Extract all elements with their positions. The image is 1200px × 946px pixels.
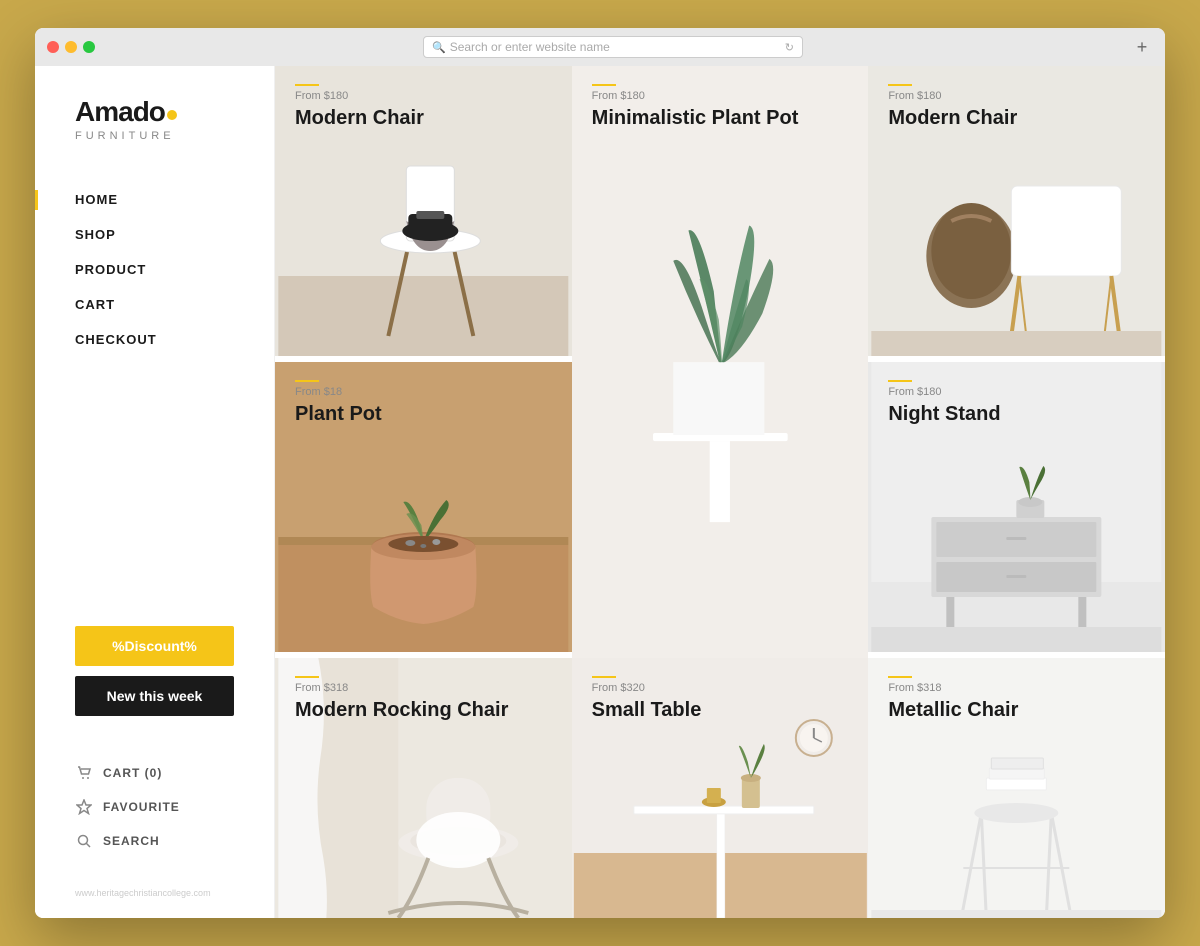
product-info-small-table: From $320 Small Table [572, 658, 722, 740]
product-card-small-table[interactable]: From $320 Small Table [572, 658, 869, 918]
price-bar [888, 676, 912, 678]
product-info-plant-pot: From $180 Minimalistic Plant Pot [572, 66, 819, 148]
watermark: www.heritagechristiancollege.com [35, 878, 274, 898]
price-bar [592, 676, 616, 678]
product-from: From $180 [888, 90, 1017, 102]
product-name: Modern Chair [888, 106, 1017, 130]
nav-item-product[interactable]: PRODUCT [75, 252, 234, 287]
browser-window: 🔍 Search or enter website name ↻ + Amado… [35, 28, 1165, 918]
nav-item-checkout[interactable]: CHECKOUT [75, 322, 234, 357]
product-info-night-stand: From $180 Night Stand [868, 362, 1020, 444]
traffic-lights [47, 41, 95, 53]
product-from: From $180 [888, 386, 1000, 398]
cart-label: CART (0) [103, 766, 162, 780]
cart-icon [75, 764, 93, 782]
product-grid: From $180 Modern Chair [275, 66, 1165, 918]
product-card-plant-pot[interactable]: From $18 Plant Pot [275, 362, 572, 652]
product-card-minimalistic-plant-pot[interactable]: From $180 Minimalistic Plant Pot [572, 66, 869, 658]
product-from: From $318 [888, 682, 1018, 694]
product-card-modern-rocking-chair[interactable]: From $318 Modern Rocking Chair [275, 658, 572, 918]
product-name: Metallic Chair [888, 698, 1018, 722]
product-info-modern-rocking-chair: From $318 Modern Rocking Chair [275, 658, 528, 740]
nav-menu: HOME SHOP PRODUCT CART CHECKOUT [35, 182, 274, 606]
price-bar [295, 676, 319, 678]
sidebar-footer: CART (0) FAVOURITE [35, 736, 274, 878]
product-card-metallic-chair[interactable]: From $318 Metallic Chair [868, 658, 1165, 918]
product-name: Modern Rocking Chair [295, 698, 508, 722]
url-input[interactable]: 🔍 Search or enter website name ↻ [423, 36, 803, 58]
product-from: From $180 [295, 90, 424, 102]
cart-footer-item[interactable]: CART (0) [75, 756, 234, 790]
minimize-button[interactable] [65, 41, 77, 53]
product-card-night-stand[interactable]: From $180 Night Stand [868, 362, 1165, 652]
product-from: From $320 [592, 682, 702, 694]
price-bar [592, 84, 616, 86]
nav-item-shop[interactable]: SHOP [75, 217, 234, 252]
nav-item-home[interactable]: HOME [75, 182, 234, 217]
product-info-metallic-chair: From $318 Metallic Chair [868, 658, 1038, 740]
favourite-label: FAVOURITE [103, 800, 180, 814]
product-from: From $318 [295, 682, 508, 694]
product-name: Night Stand [888, 402, 1000, 426]
favourite-footer-item[interactable]: FAVOURITE [75, 790, 234, 824]
search-icon [75, 832, 93, 850]
price-bar [888, 380, 912, 382]
product-grid-container: From $180 Modern Chair [275, 66, 1165, 918]
promo-buttons: %Discount% New this week [35, 606, 274, 736]
product-from: From $180 [592, 90, 799, 102]
browser-bar: 🔍 Search or enter website name ↻ + [35, 28, 1165, 66]
url-placeholder: Search or enter website name [450, 40, 610, 54]
product-card-modern-chair-1[interactable]: From $180 Modern Chair [275, 66, 572, 356]
logo-dot [167, 110, 177, 120]
product-info-plant-pot-2: From $18 Plant Pot [275, 362, 402, 444]
product-card-modern-chair-2[interactable]: From $180 Modern Chair [868, 66, 1165, 356]
plant-pot-image [572, 66, 869, 658]
app-content: Amado FURNITURE HOME SHOP PRODUCT CART C… [35, 66, 1165, 918]
product-info-modern-chair-1: From $180 Modern Chair [275, 66, 444, 148]
new-this-week-button[interactable]: New this week [75, 676, 234, 716]
search-label: SEARCH [103, 834, 160, 848]
close-button[interactable] [47, 41, 59, 53]
logo-name: Amado [75, 96, 165, 127]
sidebar: Amado FURNITURE HOME SHOP PRODUCT CART C… [35, 66, 275, 918]
maximize-button[interactable] [83, 41, 95, 53]
new-tab-button[interactable]: + [1131, 36, 1153, 58]
nav-item-cart[interactable]: CART [75, 287, 234, 322]
product-name: Small Table [592, 698, 702, 722]
logo-subtitle: FURNITURE [75, 130, 234, 142]
star-icon [75, 798, 93, 816]
logo: Amado FURNITURE [35, 96, 274, 182]
search-footer-item[interactable]: SEARCH [75, 824, 234, 858]
product-info-modern-chair-2: From $180 Modern Chair [868, 66, 1037, 148]
price-bar [295, 84, 319, 86]
price-bar [295, 380, 319, 382]
product-from: From $18 [295, 386, 382, 398]
address-bar: 🔍 Search or enter website name ↻ [103, 36, 1123, 58]
product-name: Plant Pot [295, 402, 382, 426]
product-name: Minimalistic Plant Pot [592, 106, 799, 130]
product-name: Modern Chair [295, 106, 424, 130]
price-bar [888, 84, 912, 86]
discount-button[interactable]: %Discount% [75, 626, 234, 666]
